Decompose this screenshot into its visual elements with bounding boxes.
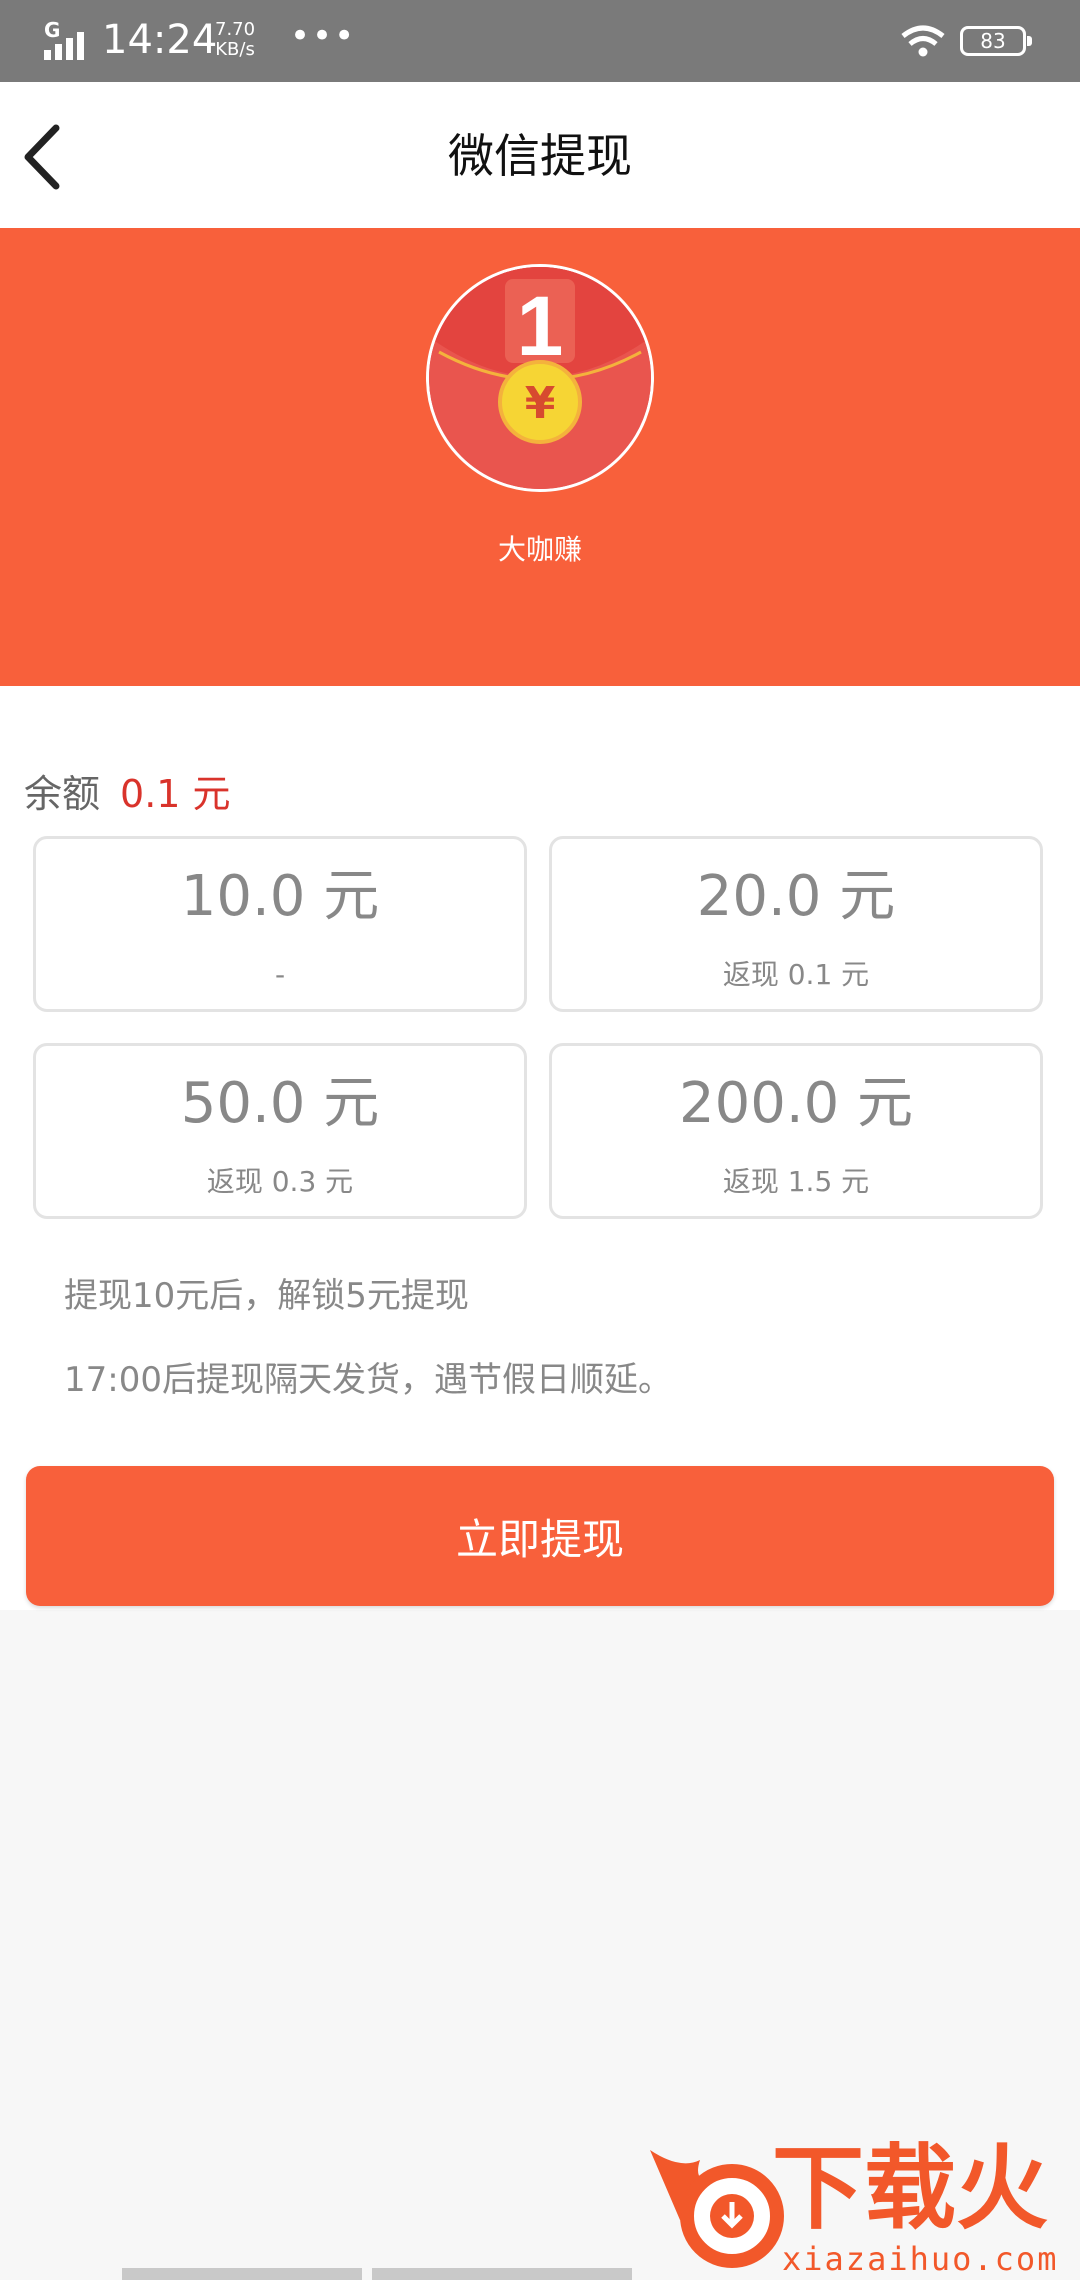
watermark-url: xiazaihuo.com — [782, 2240, 1059, 2278]
withdraw-option-20[interactable]: 20.0 元 返现 0.1 元 — [549, 836, 1043, 1012]
download-icon — [680, 2164, 784, 2268]
logo-symbol: ¥ — [525, 378, 556, 429]
option-cashback: - — [274, 958, 286, 991]
logo-number: 1 — [517, 279, 564, 373]
withdraw-option-50[interactable]: 50.0 元 返现 0.3 元 — [33, 1043, 527, 1219]
network-speed-unit: KB/s — [215, 39, 255, 60]
page-title: 微信提现 — [448, 129, 632, 183]
watermark-logo: 下载火 xiazaihuo.com — [640, 2130, 1080, 2280]
withdraw-option-200[interactable]: 200.0 元 返现 1.5 元 — [549, 1043, 1043, 1219]
note-unlock: 提现10元后，解锁5元提现 — [64, 1276, 469, 1316]
network-speed: 7.70 KB/s — [215, 20, 255, 60]
option-amount: 200.0 元 — [678, 1071, 914, 1136]
balance-value: 0.1 元 — [120, 772, 231, 816]
option-amount: 50.0 元 — [180, 1071, 380, 1136]
watermark-text: 下载火 — [772, 2135, 1049, 2242]
signal-icon: G — [44, 18, 92, 60]
balance-label: 余额 — [24, 772, 101, 816]
withdraw-option-10[interactable]: 10.0 元 - — [33, 836, 527, 1012]
battery-icon: 83 — [960, 26, 1032, 56]
red-envelope-icon: 1 ¥ — [429, 267, 651, 489]
option-cashback: 返现 0.1 元 — [722, 958, 870, 991]
option-amount: 20.0 元 — [696, 864, 896, 929]
bottom-bar-segment — [372, 2268, 632, 2280]
app-name: 大咖赚 — [497, 533, 582, 566]
page-header: 微信提现 — [0, 82, 1080, 228]
status-time: 14:24 — [102, 17, 218, 63]
more-notifications-icon: ••• — [290, 16, 357, 56]
bottom-bar-segment — [122, 2268, 362, 2280]
option-cashback: 返现 1.5 元 — [722, 1165, 870, 1198]
option-amount: 10.0 元 — [180, 864, 380, 929]
balance-row: 余额 0.1 元 — [24, 768, 231, 820]
option-cashback: 返现 0.3 元 — [206, 1165, 354, 1198]
app-banner: 1 ¥ 大咖赚 — [0, 228, 1080, 686]
app-logo: 1 ¥ — [426, 264, 654, 492]
note-delivery: 17:00后提现隔天发货，遇节假日顺延。 — [64, 1360, 672, 1400]
network-type: G — [44, 18, 61, 42]
wifi-icon — [901, 25, 945, 57]
status-bar: G 14:24 7.70 KB/s ••• 83 — [0, 0, 1080, 82]
network-speed-value: 7.70 — [215, 19, 256, 40]
withdraw-now-button[interactable]: 立即提现 — [26, 1466, 1054, 1606]
